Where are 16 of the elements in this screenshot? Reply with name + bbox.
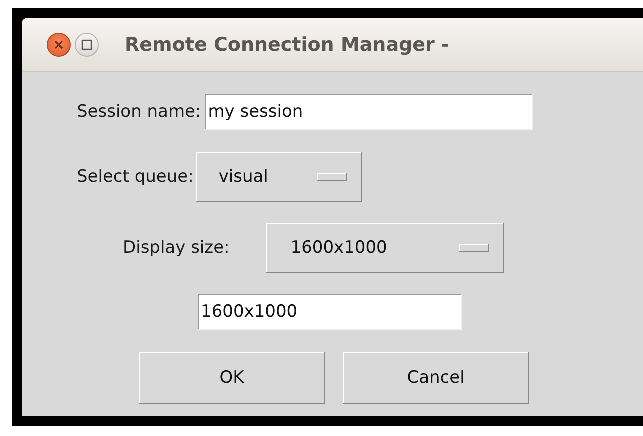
session-name-label: Session name:	[77, 102, 202, 122]
display-size-label: Display size:	[123, 238, 230, 258]
close-button[interactable]	[47, 32, 71, 56]
dropdown-indicator-icon	[316, 173, 347, 181]
session-name-field[interactable]: my session	[205, 94, 534, 130]
display-size-dropdown[interactable]: 1600x1000	[266, 223, 504, 273]
window-title: Remote Connection Manager -	[125, 34, 450, 56]
close-icon	[53, 38, 65, 50]
maximize-icon	[81, 38, 93, 50]
maximize-button[interactable]	[75, 32, 99, 56]
cancel-button[interactable]: Cancel	[343, 352, 529, 404]
queue-dropdown[interactable]: visual	[196, 152, 362, 202]
dropdown-indicator-icon	[458, 244, 489, 252]
queue-label: Select queue:	[77, 167, 194, 187]
ok-button[interactable]: OK	[139, 352, 325, 404]
display-size-field[interactable]: 1600x1000	[198, 294, 462, 330]
